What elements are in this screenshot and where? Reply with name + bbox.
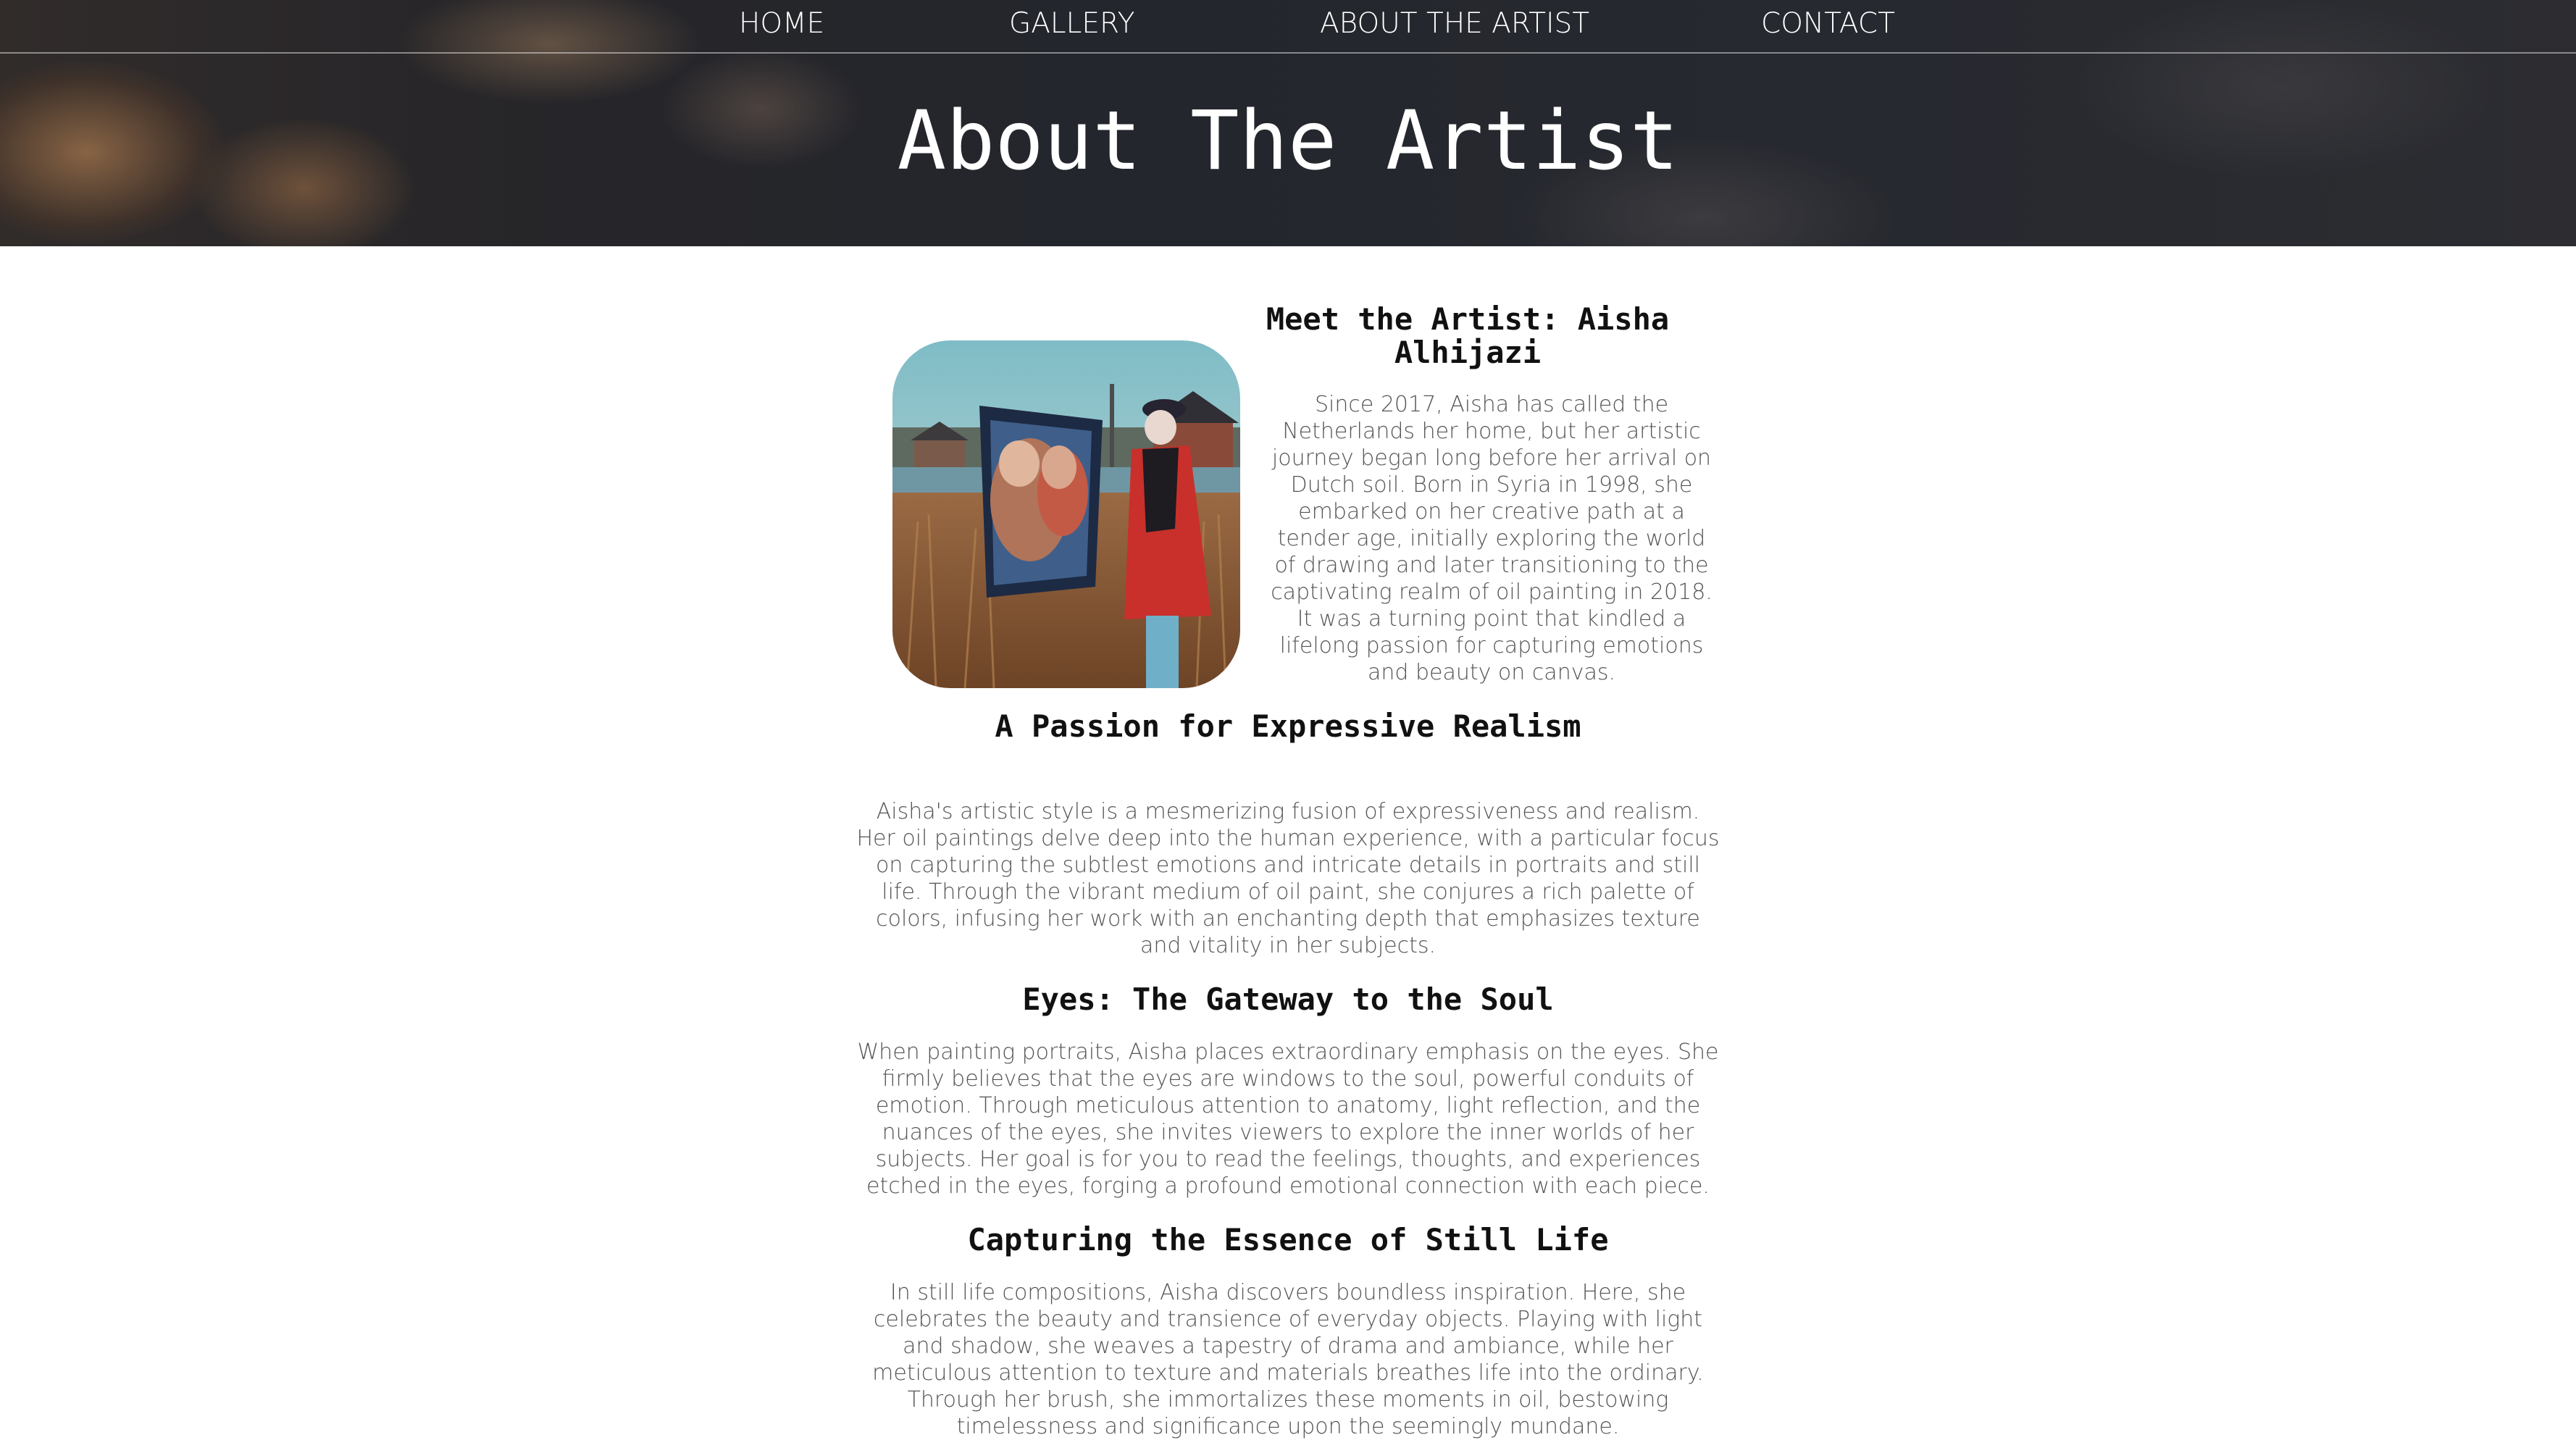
section-text-meet-artist: Since 2017, Aisha has called the Netherl… [1271, 392, 1713, 685]
section-title-expressive-realism: A Passion for Expressive Realism [995, 708, 1581, 744]
top-nav: HOME GALLERY ABOUT THE ARTIST CONTACT [0, 0, 2576, 54]
section-title-meet-artist: Meet the Artist: Aisha Alhijazi [1266, 301, 1670, 370]
section-title-eyes: Eyes: The Gateway to the Soul [1022, 981, 1554, 1017]
nav-gallery-link[interactable]: GALLERY [1009, 7, 1134, 40]
artist-photo [892, 340, 1240, 688]
nav-home-link[interactable]: HOME [739, 7, 824, 40]
section-text-still-life: In still life compositions, Aisha discov… [872, 1280, 1704, 1439]
section-text-eyes: When painting portraits, Aisha places ex… [857, 1039, 1719, 1199]
section-title-still-life: Capturing the Essence of Still Life [967, 1222, 1609, 1257]
section-text-expressive-realism: Aisha's artistic style is a mesmerizing … [856, 799, 1720, 958]
page-title: About The Artist [897, 94, 1679, 188]
nav-about-link[interactable]: ABOUT THE ARTIST [1320, 7, 1589, 40]
nav-contact-link[interactable]: CONTACT [1761, 7, 1895, 40]
hero-banner: HOME GALLERY ABOUT THE ARTIST CONTACT Ab… [0, 0, 2576, 246]
artist-painting-photo [892, 340, 1240, 688]
